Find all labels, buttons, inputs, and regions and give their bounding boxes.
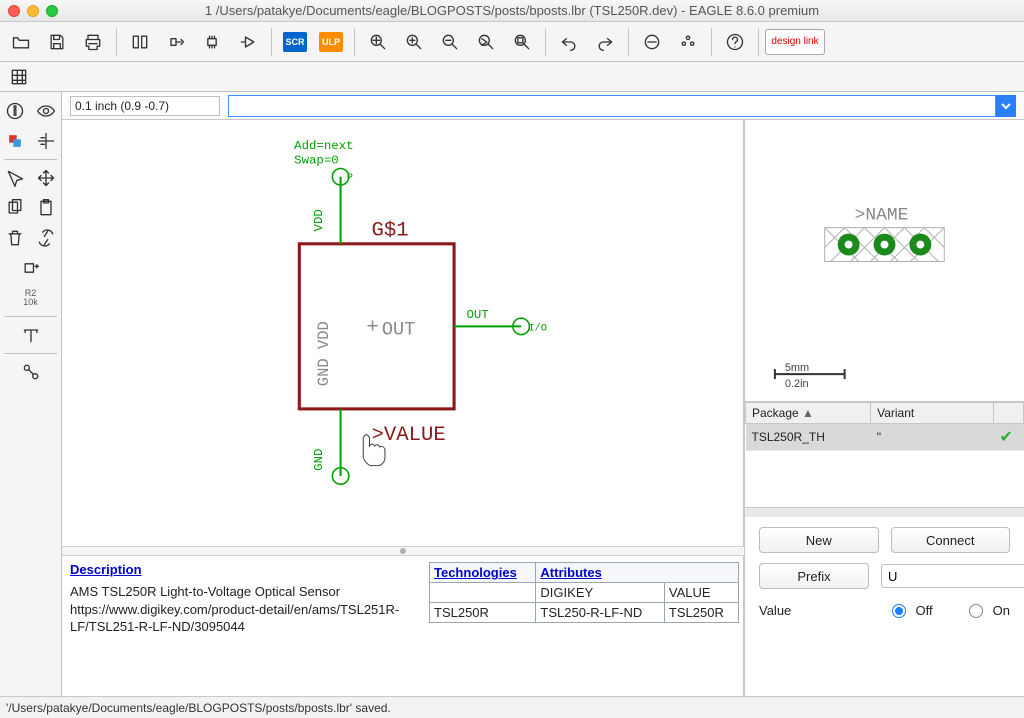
pkg-header-variant[interactable]: Variant (871, 403, 994, 424)
schematic-canvas[interactable]: G$1 >VALUE GND VDD + OUT Add=next Swap=0 (62, 120, 744, 546)
save-button[interactable] (40, 26, 74, 58)
text-tool[interactable] (0, 320, 61, 350)
gate-label: G$1 (372, 220, 409, 243)
delete-tool[interactable] (0, 223, 31, 253)
change-tool[interactable] (31, 223, 62, 253)
name-tool[interactable]: R210k (0, 283, 61, 313)
show-tool[interactable] (31, 96, 62, 126)
technologies-table: Technologies Attributes DIGIKEY VALUE TS… (429, 562, 739, 623)
minimize-window-icon[interactable] (27, 5, 39, 17)
open-button[interactable] (4, 26, 38, 58)
value-toggle-label: Value (759, 603, 791, 618)
package-preview[interactable]: >NAME (745, 120, 1024, 402)
zoom-in-button[interactable] (397, 26, 431, 58)
gnd-pin-label: GND (312, 449, 326, 471)
layers-tool[interactable] (0, 126, 31, 156)
svg-text:+: + (366, 317, 378, 340)
pad-icon (909, 234, 931, 256)
move-tool[interactable] (0, 163, 31, 193)
out-pin-label: OUT (466, 308, 488, 322)
prefix-input[interactable] (881, 564, 1024, 588)
main-toolbar: SCR ULP design link (0, 22, 1024, 62)
device-button[interactable] (159, 26, 193, 58)
zoom-redraw-button[interactable] (469, 26, 503, 58)
scale-in: 0.2in (785, 378, 809, 390)
zoom-fit-button[interactable] (361, 26, 395, 58)
center-out-label: OUT (382, 320, 415, 341)
close-window-icon[interactable] (8, 5, 20, 17)
pad-icon (838, 234, 860, 256)
scale-mm: 5mm (785, 362, 809, 374)
attr-header[interactable]: Attributes (536, 563, 739, 583)
library-button[interactable] (123, 26, 157, 58)
stop-button[interactable] (635, 26, 669, 58)
description-heading[interactable]: Description (70, 562, 142, 577)
swap-label: Swap=0 (294, 153, 339, 167)
params-toolbar (0, 62, 1024, 92)
print-button[interactable] (76, 26, 110, 58)
value-off-label: Off (916, 603, 933, 618)
package-button[interactable] (195, 26, 229, 58)
pkg-header-package[interactable]: Package (752, 406, 799, 420)
coord-readout: 0.1 inch (0.9 -0.7) (70, 96, 220, 116)
check-icon: ✔ (994, 424, 1024, 451)
info-tool[interactable] (0, 96, 31, 126)
help-button[interactable] (718, 26, 752, 58)
drag-tool[interactable] (31, 163, 62, 193)
zoom-out-button[interactable] (433, 26, 467, 58)
package-table: Package ▲ Variant TSL250R_TH '' ✔ (745, 402, 1024, 451)
svg-text:P: P (347, 172, 353, 184)
paste-tool[interactable] (31, 193, 62, 223)
inside-pins-label: GND VDD (315, 321, 333, 386)
value-label: >VALUE (372, 424, 446, 447)
copy-tool[interactable] (0, 193, 31, 223)
description-pane: Description AMS TSL250R Light-to-Voltage… (62, 556, 429, 696)
left-tool-palette: R210k (0, 92, 62, 696)
coord-command-row: 0.1 inch (0.9 -0.7) (62, 92, 1024, 120)
connect-button[interactable]: Connect (891, 527, 1011, 553)
new-button[interactable]: New (759, 527, 879, 553)
pkg-name-label: >NAME (855, 206, 909, 226)
connect-tool[interactable] (0, 357, 61, 387)
command-input[interactable] (228, 95, 996, 117)
out-pin-type: I/O (528, 322, 547, 334)
value-off-radio[interactable] (892, 604, 906, 618)
status-message: '/Users/patakye/Documents/eagle/BLOGPOST… (6, 701, 391, 715)
pkg-row[interactable]: TSL250R_TH '' ✔ (746, 424, 1024, 451)
run-scr-button[interactable]: SCR (278, 26, 312, 58)
attr-col-digikey: DIGIKEY (536, 583, 664, 603)
add-label: Add=next (294, 139, 353, 153)
go-button[interactable] (671, 26, 705, 58)
attr-col-value: VALUE (664, 583, 738, 603)
undo-button[interactable] (552, 26, 586, 58)
vdd-pin-label: VDD (312, 209, 326, 231)
vertical-splitter[interactable] (62, 546, 744, 556)
right-sidebar: >NAME (744, 120, 1024, 696)
mark-tool[interactable] (31, 126, 62, 156)
symbol-button[interactable] (231, 26, 265, 58)
window-title: 1 /Users/patakye/Documents/eagle/BLOGPOS… (0, 3, 1024, 18)
zoom-select-button[interactable] (505, 26, 539, 58)
description-body: AMS TSL250R Light-to-Voltage Optical Sen… (70, 583, 421, 636)
command-history-dropdown[interactable] (996, 95, 1016, 117)
value-on-label: On (993, 603, 1010, 618)
prefix-button[interactable]: Prefix (759, 563, 869, 589)
titlebar: 1 /Users/patakye/Documents/eagle/BLOGPOS… (0, 0, 1024, 22)
status-bar: '/Users/patakye/Documents/eagle/BLOGPOST… (0, 696, 1024, 718)
design-link-button[interactable]: design link (765, 29, 825, 55)
tech-row[interactable]: TSL250R TSL250-R-LF-ND TSL250R (430, 603, 739, 623)
tech-header[interactable]: Technologies (430, 563, 536, 583)
add-tool[interactable] (0, 253, 61, 283)
redo-button[interactable] (588, 26, 622, 58)
zoom-window-icon[interactable] (46, 5, 58, 17)
value-on-radio[interactable] (969, 604, 983, 618)
grid-button[interactable] (4, 64, 34, 90)
run-ulp-button[interactable]: ULP (314, 26, 348, 58)
pad-icon (874, 234, 896, 256)
horizontal-scrollbar[interactable] (745, 507, 1024, 517)
